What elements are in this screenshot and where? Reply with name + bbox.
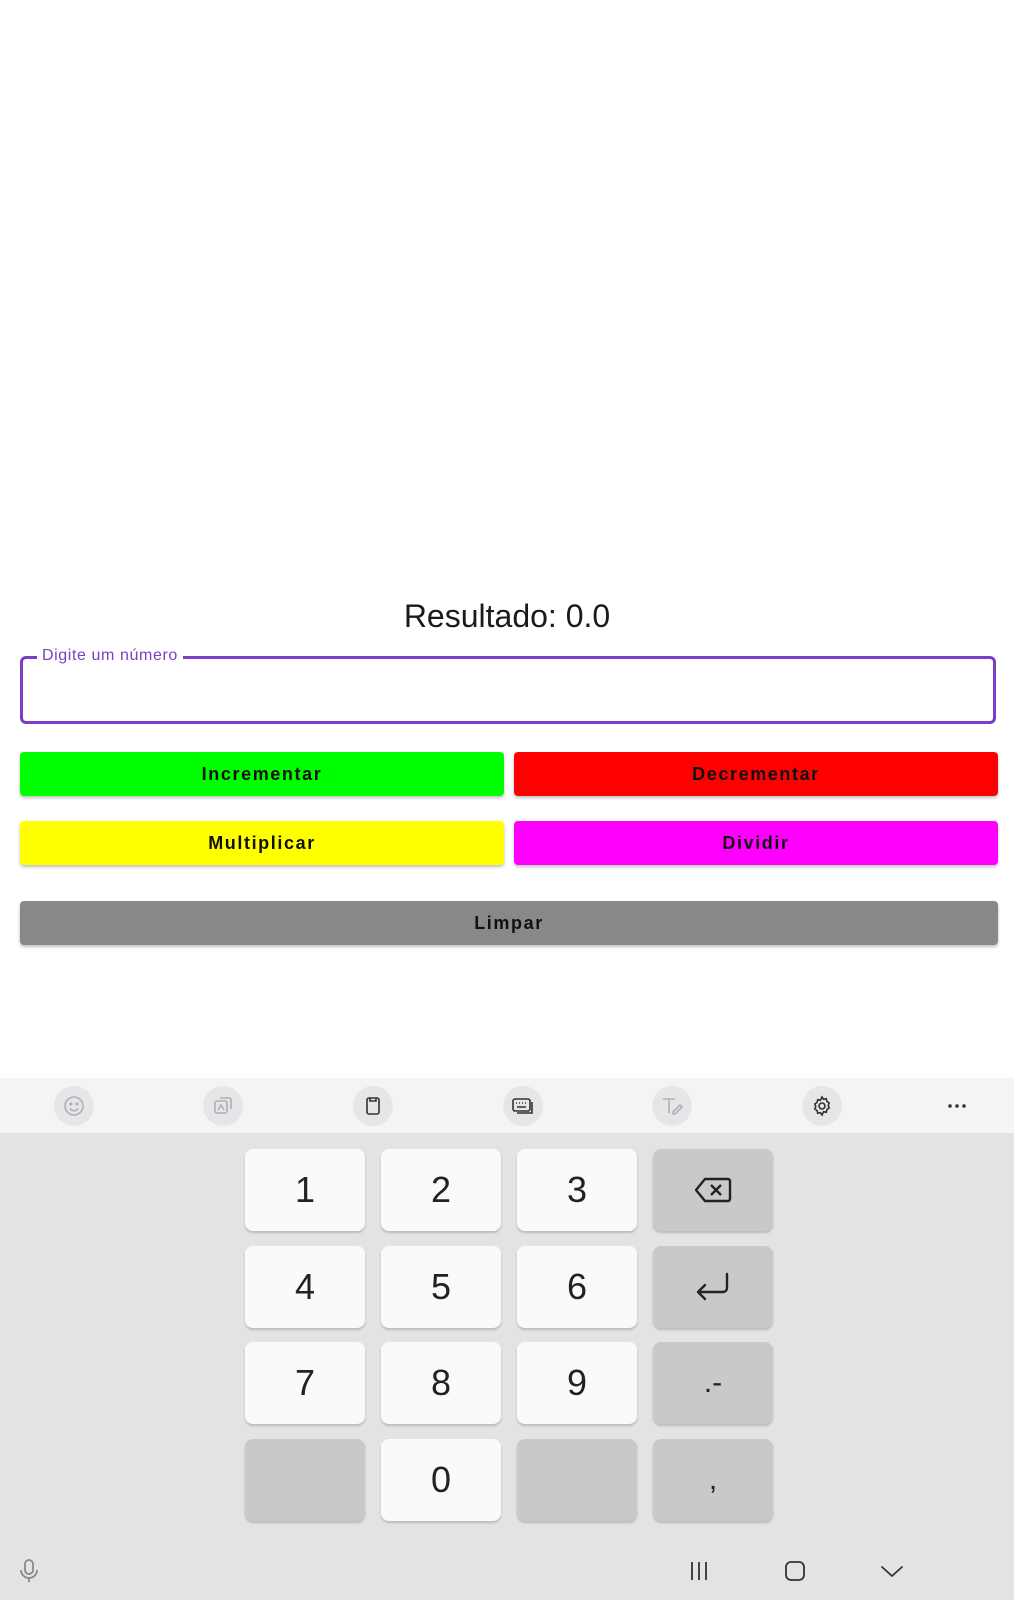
key-3[interactable]: 3 <box>517 1149 637 1231</box>
result-label: Resultado: 0.0 <box>403 598 611 634</box>
divide-button[interactable]: Dividir <box>514 821 998 865</box>
key-7[interactable]: 7 <box>245 1342 365 1424</box>
emoji-icon[interactable] <box>54 1086 94 1126</box>
number-input[interactable] <box>23 659 993 721</box>
key-2[interactable]: 2 <box>381 1149 501 1231</box>
multiply-button[interactable]: Multiplicar <box>20 821 504 865</box>
numeric-keyboard <box>0 1133 1014 1600</box>
number-input-field[interactable]: Digite um número <box>20 646 996 724</box>
handwriting-icon[interactable] <box>652 1086 692 1126</box>
enter-key[interactable] <box>653 1246 773 1328</box>
home-icon[interactable] <box>781 1556 809 1586</box>
app-screen: Resultado: 0.0 Digite um número Incremen… <box>0 0 1014 1600</box>
backspace-key[interactable] <box>653 1149 773 1231</box>
backspace-icon <box>694 1177 732 1203</box>
keyboard-toolbar <box>0 1078 1014 1133</box>
blank-key-right <box>517 1439 637 1521</box>
clipboard-icon[interactable] <box>353 1086 393 1126</box>
recent-apps-icon[interactable] <box>685 1556 713 1586</box>
decrement-button[interactable]: Decrementar <box>514 752 998 796</box>
sticker-icon[interactable] <box>203 1086 243 1126</box>
hide-keyboard-icon[interactable] <box>877 1556 907 1586</box>
key-6[interactable]: 6 <box>517 1246 637 1328</box>
settings-icon[interactable] <box>802 1086 842 1126</box>
key-0[interactable]: 0 <box>381 1439 501 1521</box>
key-4[interactable]: 4 <box>245 1246 365 1328</box>
enter-icon <box>696 1272 729 1301</box>
key-9[interactable]: 9 <box>517 1342 637 1424</box>
comma-key[interactable]: , <box>653 1439 773 1521</box>
increment-button[interactable]: Incrementar <box>20 752 504 796</box>
dot-minus-key[interactable]: .- <box>653 1342 773 1424</box>
key-1[interactable]: 1 <box>245 1149 365 1231</box>
key-5[interactable]: 5 <box>381 1246 501 1328</box>
clear-button[interactable]: Limpar <box>20 901 998 945</box>
more-icon[interactable] <box>937 1086 977 1126</box>
keyboard-mode-icon[interactable] <box>503 1086 543 1126</box>
blank-key-left <box>245 1439 365 1521</box>
key-8[interactable]: 8 <box>381 1342 501 1424</box>
mic-icon[interactable] <box>16 1556 42 1586</box>
